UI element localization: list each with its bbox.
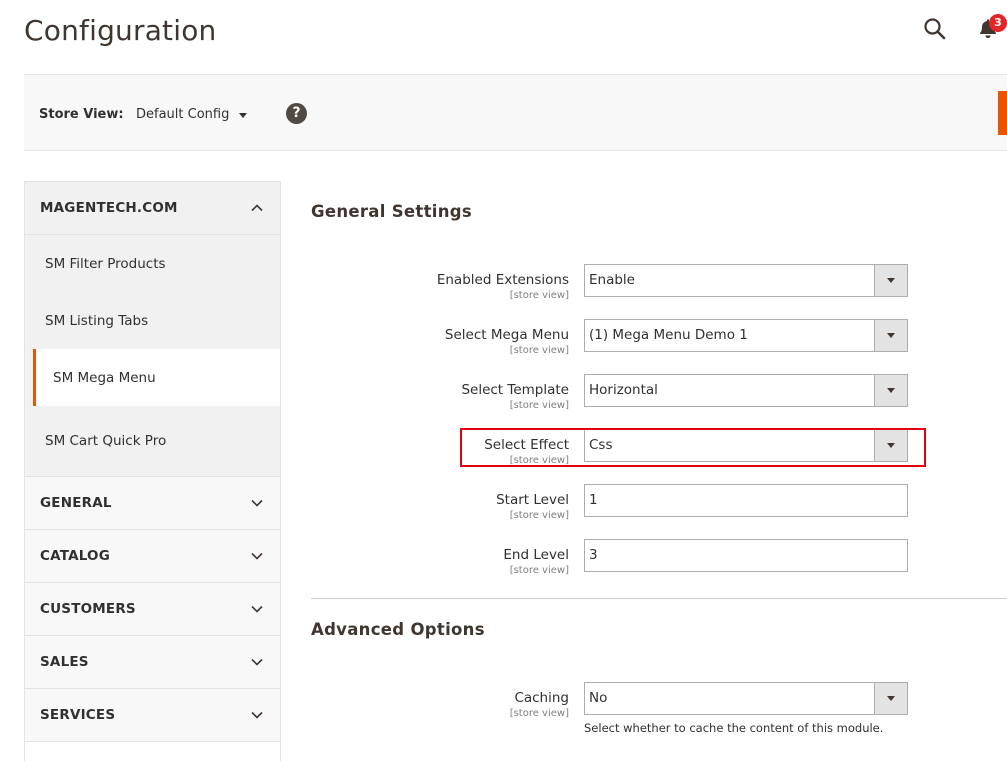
sidebar-item-sm-cart-quick-pro[interactable]: SM Cart Quick Pro — [25, 406, 280, 476]
field-label: Select Template — [461, 382, 569, 398]
field-end-level: End Level [store view] 3 — [311, 539, 1007, 576]
dropdown-arrow-icon — [874, 375, 907, 406]
dropdown-arrow-icon — [874, 683, 907, 714]
sidebar-item-sm-filter-products[interactable]: SM Filter Products — [25, 235, 280, 292]
sidebar-item-sm-listing-tabs[interactable]: SM Listing Tabs — [25, 292, 280, 349]
caching-hint: Select whether to cache the content of t… — [584, 721, 884, 735]
sidebar-group-title: CATALOG — [40, 548, 110, 564]
sidebar-group-title: MAGENTECH.COM — [40, 200, 178, 216]
field-scope: [store view] — [509, 290, 569, 301]
sidebar-group-general[interactable]: GENERAL — [25, 477, 280, 530]
field-scope: [store view] — [509, 345, 569, 356]
page-title: Configuration — [24, 14, 217, 47]
sidebar-group-catalog[interactable]: CATALOG — [25, 530, 280, 583]
store-view-value: Default Config — [136, 107, 230, 122]
chevron-down-icon — [251, 711, 263, 719]
chevron-down-icon — [251, 552, 263, 560]
field-select-template: Select Template [store view] Horizontal — [311, 374, 1007, 411]
store-view-switcher[interactable]: Default Config — [136, 107, 248, 122]
store-view-label: Store View: — [39, 107, 124, 122]
config-sidebar: MAGENTECH.COM SM Filter Products SM List… — [24, 181, 281, 761]
end-level-input[interactable]: 3 — [584, 539, 908, 572]
field-label: Enabled Extensions — [436, 272, 569, 288]
dropdown-arrow-icon — [874, 265, 907, 296]
caret-down-icon — [239, 113, 248, 118]
field-label: Select Mega Menu — [444, 327, 569, 343]
help-icon[interactable]: ? — [286, 103, 307, 124]
chevron-down-icon — [251, 499, 263, 507]
sidebar-group-magentech[interactable]: MAGENTECH.COM — [25, 182, 280, 235]
chevron-down-icon — [251, 658, 263, 666]
field-label: Caching — [514, 690, 569, 706]
select-mega-menu-select[interactable]: (1) Mega Menu Demo 1 — [584, 319, 908, 352]
dropdown-arrow-icon — [874, 320, 907, 351]
general-settings-title: General Settings — [311, 202, 473, 221]
section-divider — [311, 598, 1007, 599]
enabled-extensions-select[interactable]: Enable — [584, 264, 908, 297]
field-scope: [store view] — [509, 708, 569, 719]
search-icon[interactable] — [922, 16, 948, 42]
field-scope: [store view] — [509, 510, 569, 521]
field-label: Start Level — [496, 492, 569, 508]
store-view-bar: Store View: Default Config ? — [24, 74, 1007, 151]
select-value: No — [589, 690, 608, 706]
chevron-down-icon — [251, 605, 263, 613]
chevron-up-icon — [251, 204, 263, 212]
notification-badge[interactable]: 3 — [989, 14, 1007, 32]
select-value: Horizontal — [589, 382, 658, 398]
sidebar-group-title: CUSTOMERS — [40, 601, 136, 617]
sidebar-group-title: SALES — [40, 654, 89, 670]
field-caching: Caching [store view] No Select whether t… — [311, 682, 1007, 735]
field-label: End Level — [503, 547, 569, 563]
caching-select[interactable]: No — [584, 682, 908, 715]
sidebar-submenu: SM Filter Products SM Listing Tabs SM Me… — [25, 235, 280, 477]
save-config-button[interactable] — [998, 91, 1007, 135]
sidebar-group-title: SERVICES — [40, 707, 116, 723]
sidebar-group-title: GENERAL — [40, 495, 112, 511]
highlight-box — [460, 428, 926, 467]
select-value: Enable — [589, 272, 635, 288]
select-template-select[interactable]: Horizontal — [584, 374, 908, 407]
sidebar-group-sales[interactable]: SALES — [25, 636, 280, 689]
sidebar-item-sm-mega-menu[interactable]: SM Mega Menu — [33, 349, 280, 406]
sidebar-group-customers[interactable]: CUSTOMERS — [25, 583, 280, 636]
select-value: (1) Mega Menu Demo 1 — [589, 327, 748, 343]
start-level-input[interactable]: 1 — [584, 484, 908, 517]
field-select-mega-menu: Select Mega Menu [store view] (1) Mega M… — [311, 319, 1007, 356]
field-start-level: Start Level [store view] 1 — [311, 484, 1007, 521]
advanced-options-title: Advanced Options — [311, 620, 485, 639]
field-scope: [store view] — [509, 565, 569, 576]
sidebar-group-services[interactable]: SERVICES — [25, 689, 280, 742]
field-scope: [store view] — [509, 400, 569, 411]
field-enabled-extensions: Enabled Extensions [store view] Enable — [311, 264, 1007, 301]
